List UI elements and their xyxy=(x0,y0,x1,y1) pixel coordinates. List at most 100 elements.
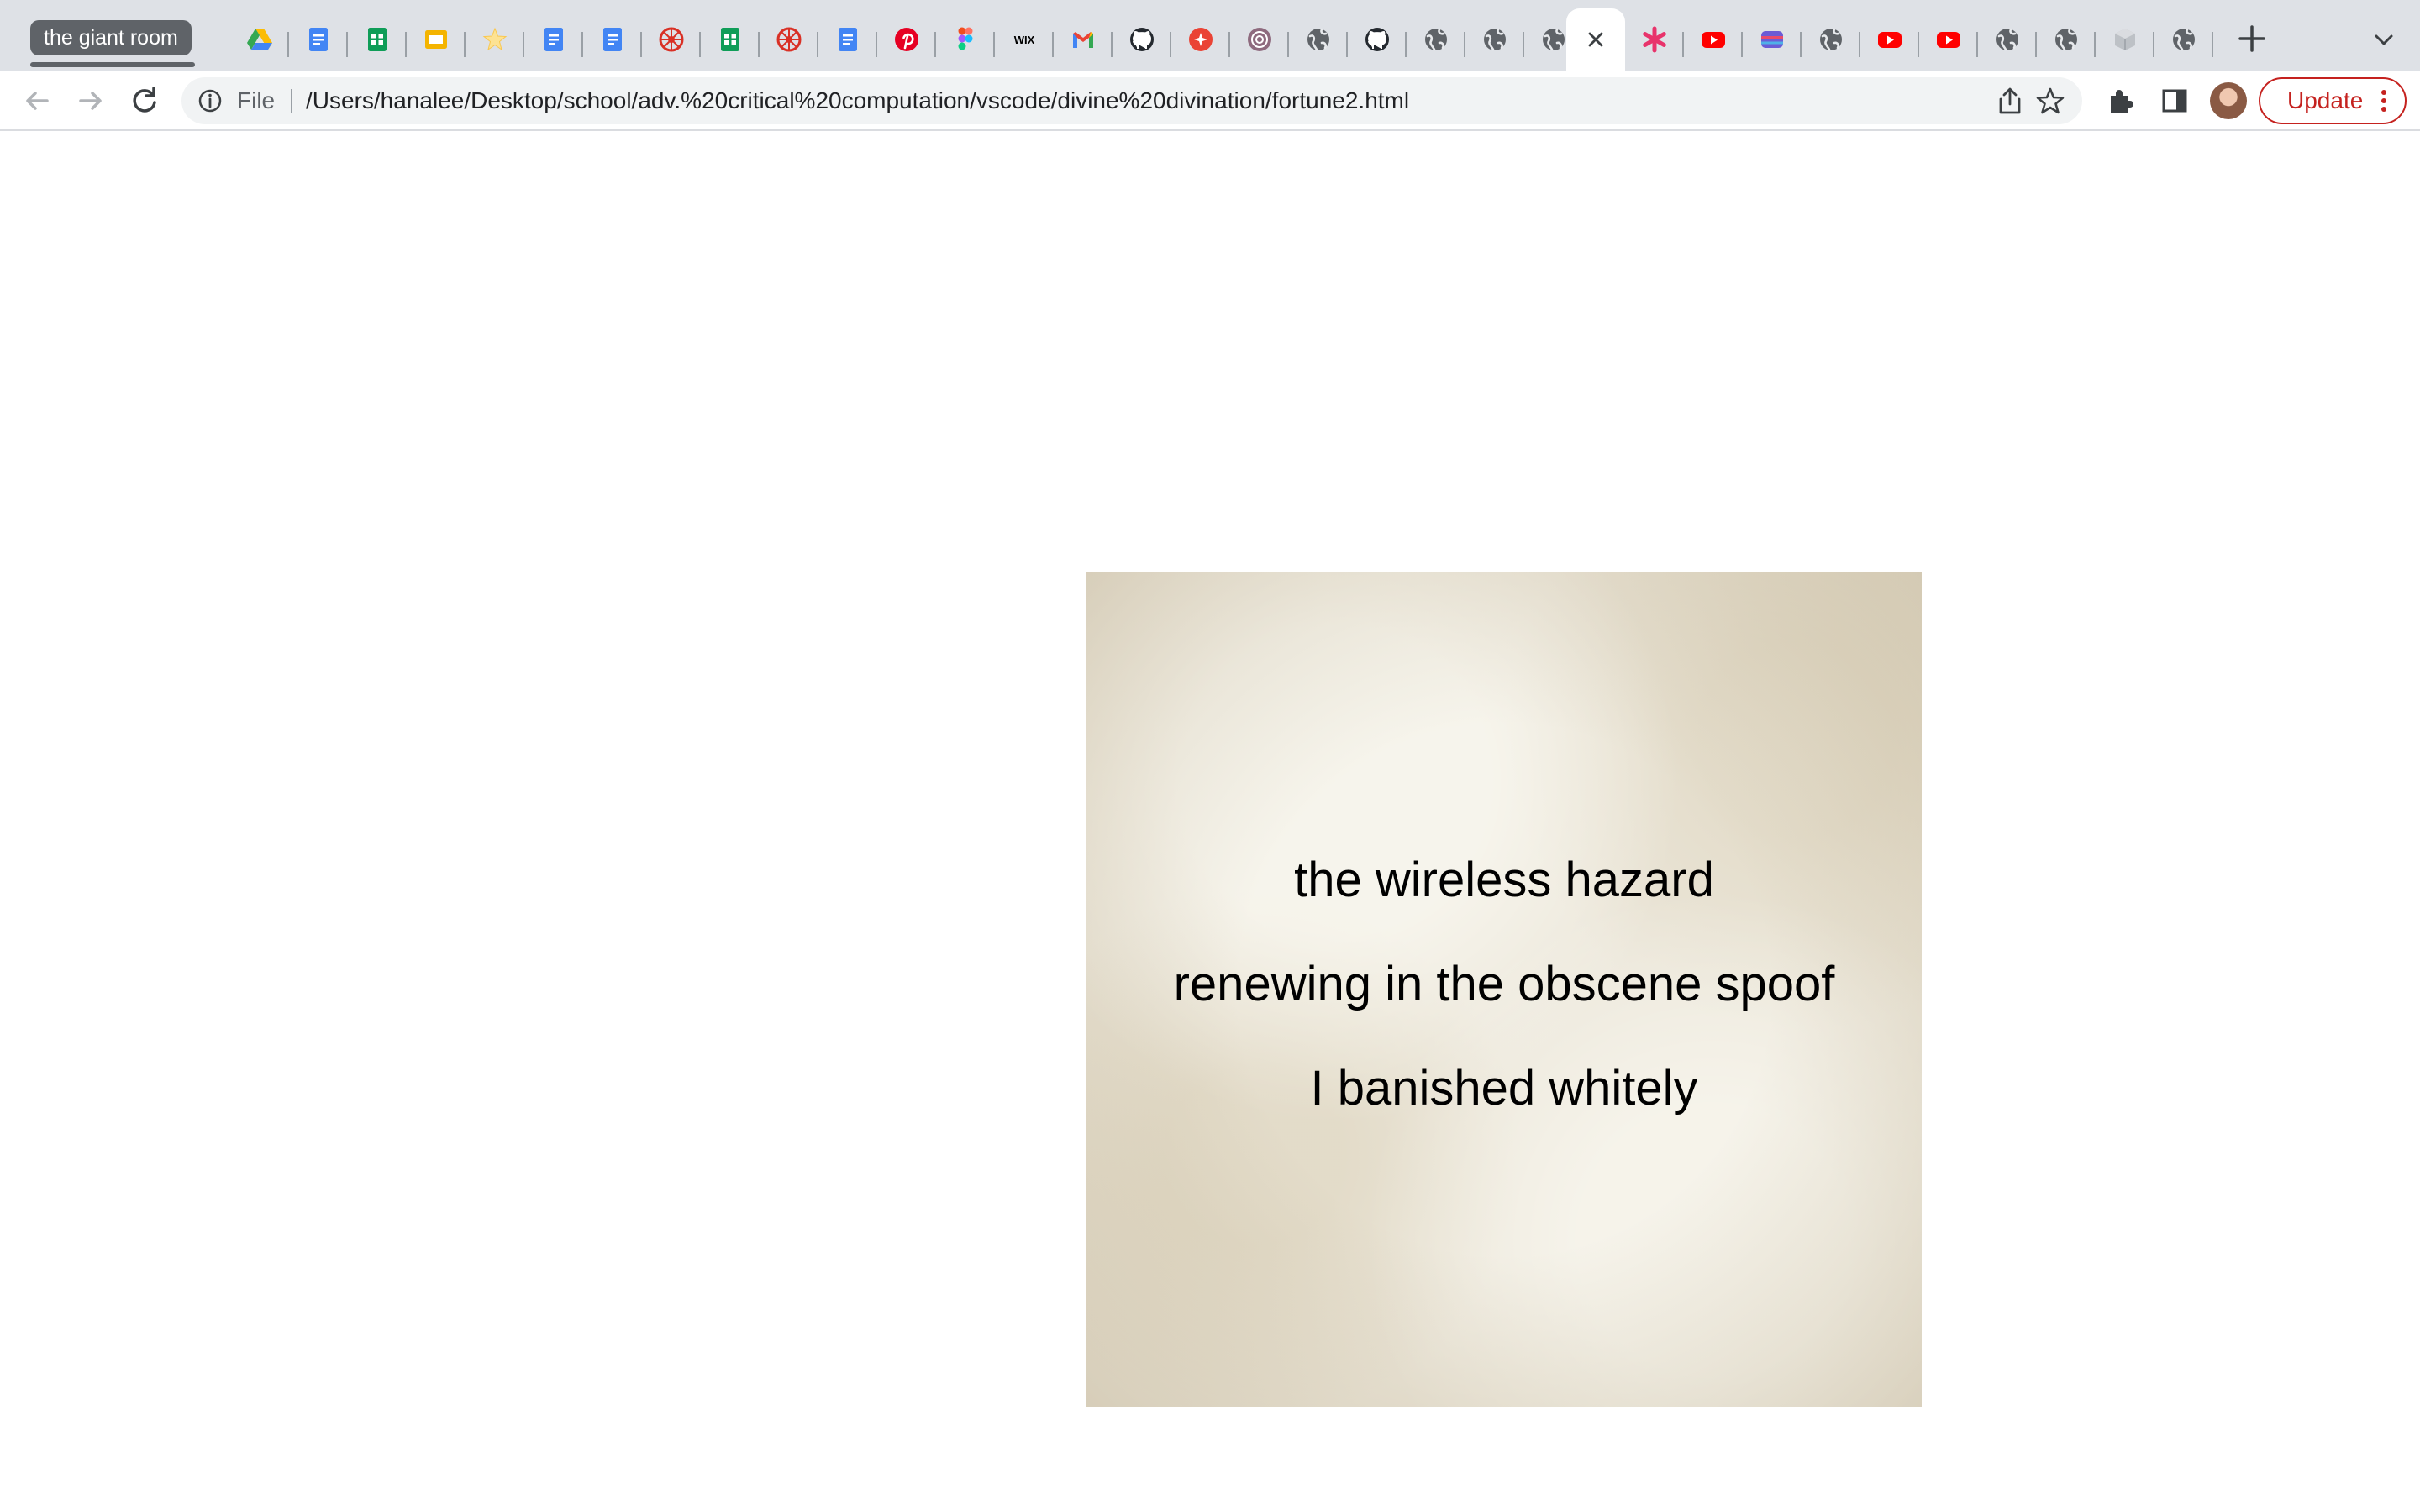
browser-tab[interactable] xyxy=(2037,8,2096,71)
browser-tab[interactable] xyxy=(1625,8,1684,71)
puzzle-icon xyxy=(2111,90,2133,113)
browser-tab[interactable] xyxy=(583,8,642,71)
tab-separator xyxy=(2212,32,2213,57)
github-icon xyxy=(1130,28,1154,51)
colorful-app-icon xyxy=(1761,31,1783,48)
plus-icon xyxy=(2238,25,2265,52)
google-sheets-icon xyxy=(721,28,739,51)
wix-icon: WIX xyxy=(1014,34,1035,46)
kebab-menu-icon xyxy=(2381,90,2386,112)
figma-icon xyxy=(958,27,973,50)
page-viewport: the wireless hazard renewing in the obsc… xyxy=(0,133,2420,1512)
browser-tab[interactable] xyxy=(936,8,995,71)
globe-icon xyxy=(1543,28,1565,51)
omnibox-divider xyxy=(291,89,292,113)
browser-tab[interactable] xyxy=(1465,8,1524,71)
browser-tab[interactable] xyxy=(1919,8,1978,71)
google-drive-icon xyxy=(247,29,272,50)
globe-icon xyxy=(2055,28,2077,51)
browser-tab[interactable] xyxy=(1289,8,1348,71)
forward-button[interactable] xyxy=(72,82,109,119)
browser-tab[interactable] xyxy=(1860,8,1919,71)
red-circle-app-icon xyxy=(1189,28,1213,51)
update-label: Update xyxy=(2287,87,2364,113)
browser-tab[interactable] xyxy=(1802,8,1860,71)
share-button[interactable] xyxy=(1995,86,2025,116)
extensions-button[interactable] xyxy=(2102,82,2139,119)
fortune-line-1: the wireless hazard xyxy=(1294,853,1714,907)
tab-group-underline xyxy=(30,62,195,67)
swirl-app-icon xyxy=(1248,28,1271,51)
browser-tab[interactable] xyxy=(2096,8,2154,71)
url-text[interactable]: /Users/hanalee/Desktop/school/adv.%20cri… xyxy=(306,77,1409,124)
profile-avatar[interactable] xyxy=(2210,82,2247,119)
browser-tab[interactable] xyxy=(642,8,701,71)
star-icon xyxy=(2036,87,2065,114)
info-icon[interactable] xyxy=(197,87,224,114)
new-tab-button[interactable] xyxy=(2235,22,2269,55)
globe-icon xyxy=(1425,28,1447,51)
fortune-line-2: renewing in the obscene spoof xyxy=(1173,957,1835,1011)
browser-tab[interactable] xyxy=(1743,8,1802,71)
google-docs-icon xyxy=(839,28,857,51)
browser-toolbar: File /Users/hanalee/Desktop/school/adv.%… xyxy=(0,71,2420,131)
browser-tab[interactable] xyxy=(1684,8,1743,71)
pinterest-icon xyxy=(895,28,918,51)
update-button[interactable]: Update xyxy=(2259,77,2407,124)
browser-tab[interactable] xyxy=(701,8,760,71)
browser-tab[interactable] xyxy=(407,8,466,71)
url-scheme-label: File xyxy=(237,87,276,113)
back-button[interactable] xyxy=(18,82,55,119)
browser-tab[interactable] xyxy=(1348,8,1407,71)
browser-tab[interactable] xyxy=(524,8,583,71)
back-arrow-icon xyxy=(26,92,49,110)
share-icon xyxy=(1999,87,2021,114)
globe-icon xyxy=(1307,28,1329,51)
browser-tab[interactable] xyxy=(1407,8,1465,71)
red-wheel-icon xyxy=(659,27,684,52)
browser-tab[interactable] xyxy=(1054,8,1113,71)
youtube-icon xyxy=(1702,32,1725,48)
browser-tab[interactable] xyxy=(877,8,936,71)
globe-icon xyxy=(1820,28,1842,51)
star-bookmark-icon xyxy=(482,27,508,51)
tab-search-button[interactable] xyxy=(2370,25,2398,54)
browser-tab[interactable] xyxy=(1978,8,2037,71)
fortune-card: the wireless hazard renewing in the obsc… xyxy=(1086,572,1922,1407)
browser-tab[interactable] xyxy=(760,8,818,71)
google-docs-icon xyxy=(603,28,622,51)
browser-tab[interactable] xyxy=(230,8,289,71)
browser-tab[interactable] xyxy=(2154,8,2213,71)
reload-button[interactable] xyxy=(126,82,163,119)
forward-arrow-icon xyxy=(79,92,102,110)
github-icon xyxy=(1365,28,1389,51)
browser-tab[interactable] xyxy=(348,8,407,71)
side-panel-button[interactable] xyxy=(2156,82,2193,119)
chevron-down-icon xyxy=(2375,34,2393,45)
tab-active[interactable] xyxy=(1566,8,1625,71)
browser-tab[interactable] xyxy=(1113,8,1171,71)
browser-tab[interactable]: WIX xyxy=(995,8,1054,71)
close-icon[interactable] xyxy=(1582,26,1609,53)
browser-tab[interactable] xyxy=(1230,8,1289,71)
tab-strip: the giant room WIX xyxy=(0,0,2420,71)
browser-tab[interactable] xyxy=(289,8,348,71)
cube-icon xyxy=(2115,29,2135,50)
bookmark-star-button[interactable] xyxy=(2035,86,2065,116)
browser-tab[interactable] xyxy=(818,8,877,71)
red-wheel-icon xyxy=(776,27,802,52)
tab-group-chip[interactable]: the giant room xyxy=(30,20,192,55)
google-slides-icon xyxy=(425,30,447,49)
browser-tab[interactable] xyxy=(1171,8,1230,71)
globe-icon xyxy=(2173,28,2195,51)
browser-tab[interactable] xyxy=(466,8,524,71)
google-sheets-icon xyxy=(368,28,387,51)
svg-text:WIX: WIX xyxy=(1014,34,1035,46)
address-bar[interactable]: File /Users/hanalee/Desktop/school/adv.%… xyxy=(182,77,2082,124)
globe-icon xyxy=(1996,28,2018,51)
asterisk-icon xyxy=(1643,26,1666,53)
fortune-line-3: I banished whitely xyxy=(1310,1061,1698,1116)
globe-icon xyxy=(1484,28,1506,51)
youtube-icon xyxy=(1878,32,1902,48)
google-docs-icon xyxy=(309,28,328,51)
